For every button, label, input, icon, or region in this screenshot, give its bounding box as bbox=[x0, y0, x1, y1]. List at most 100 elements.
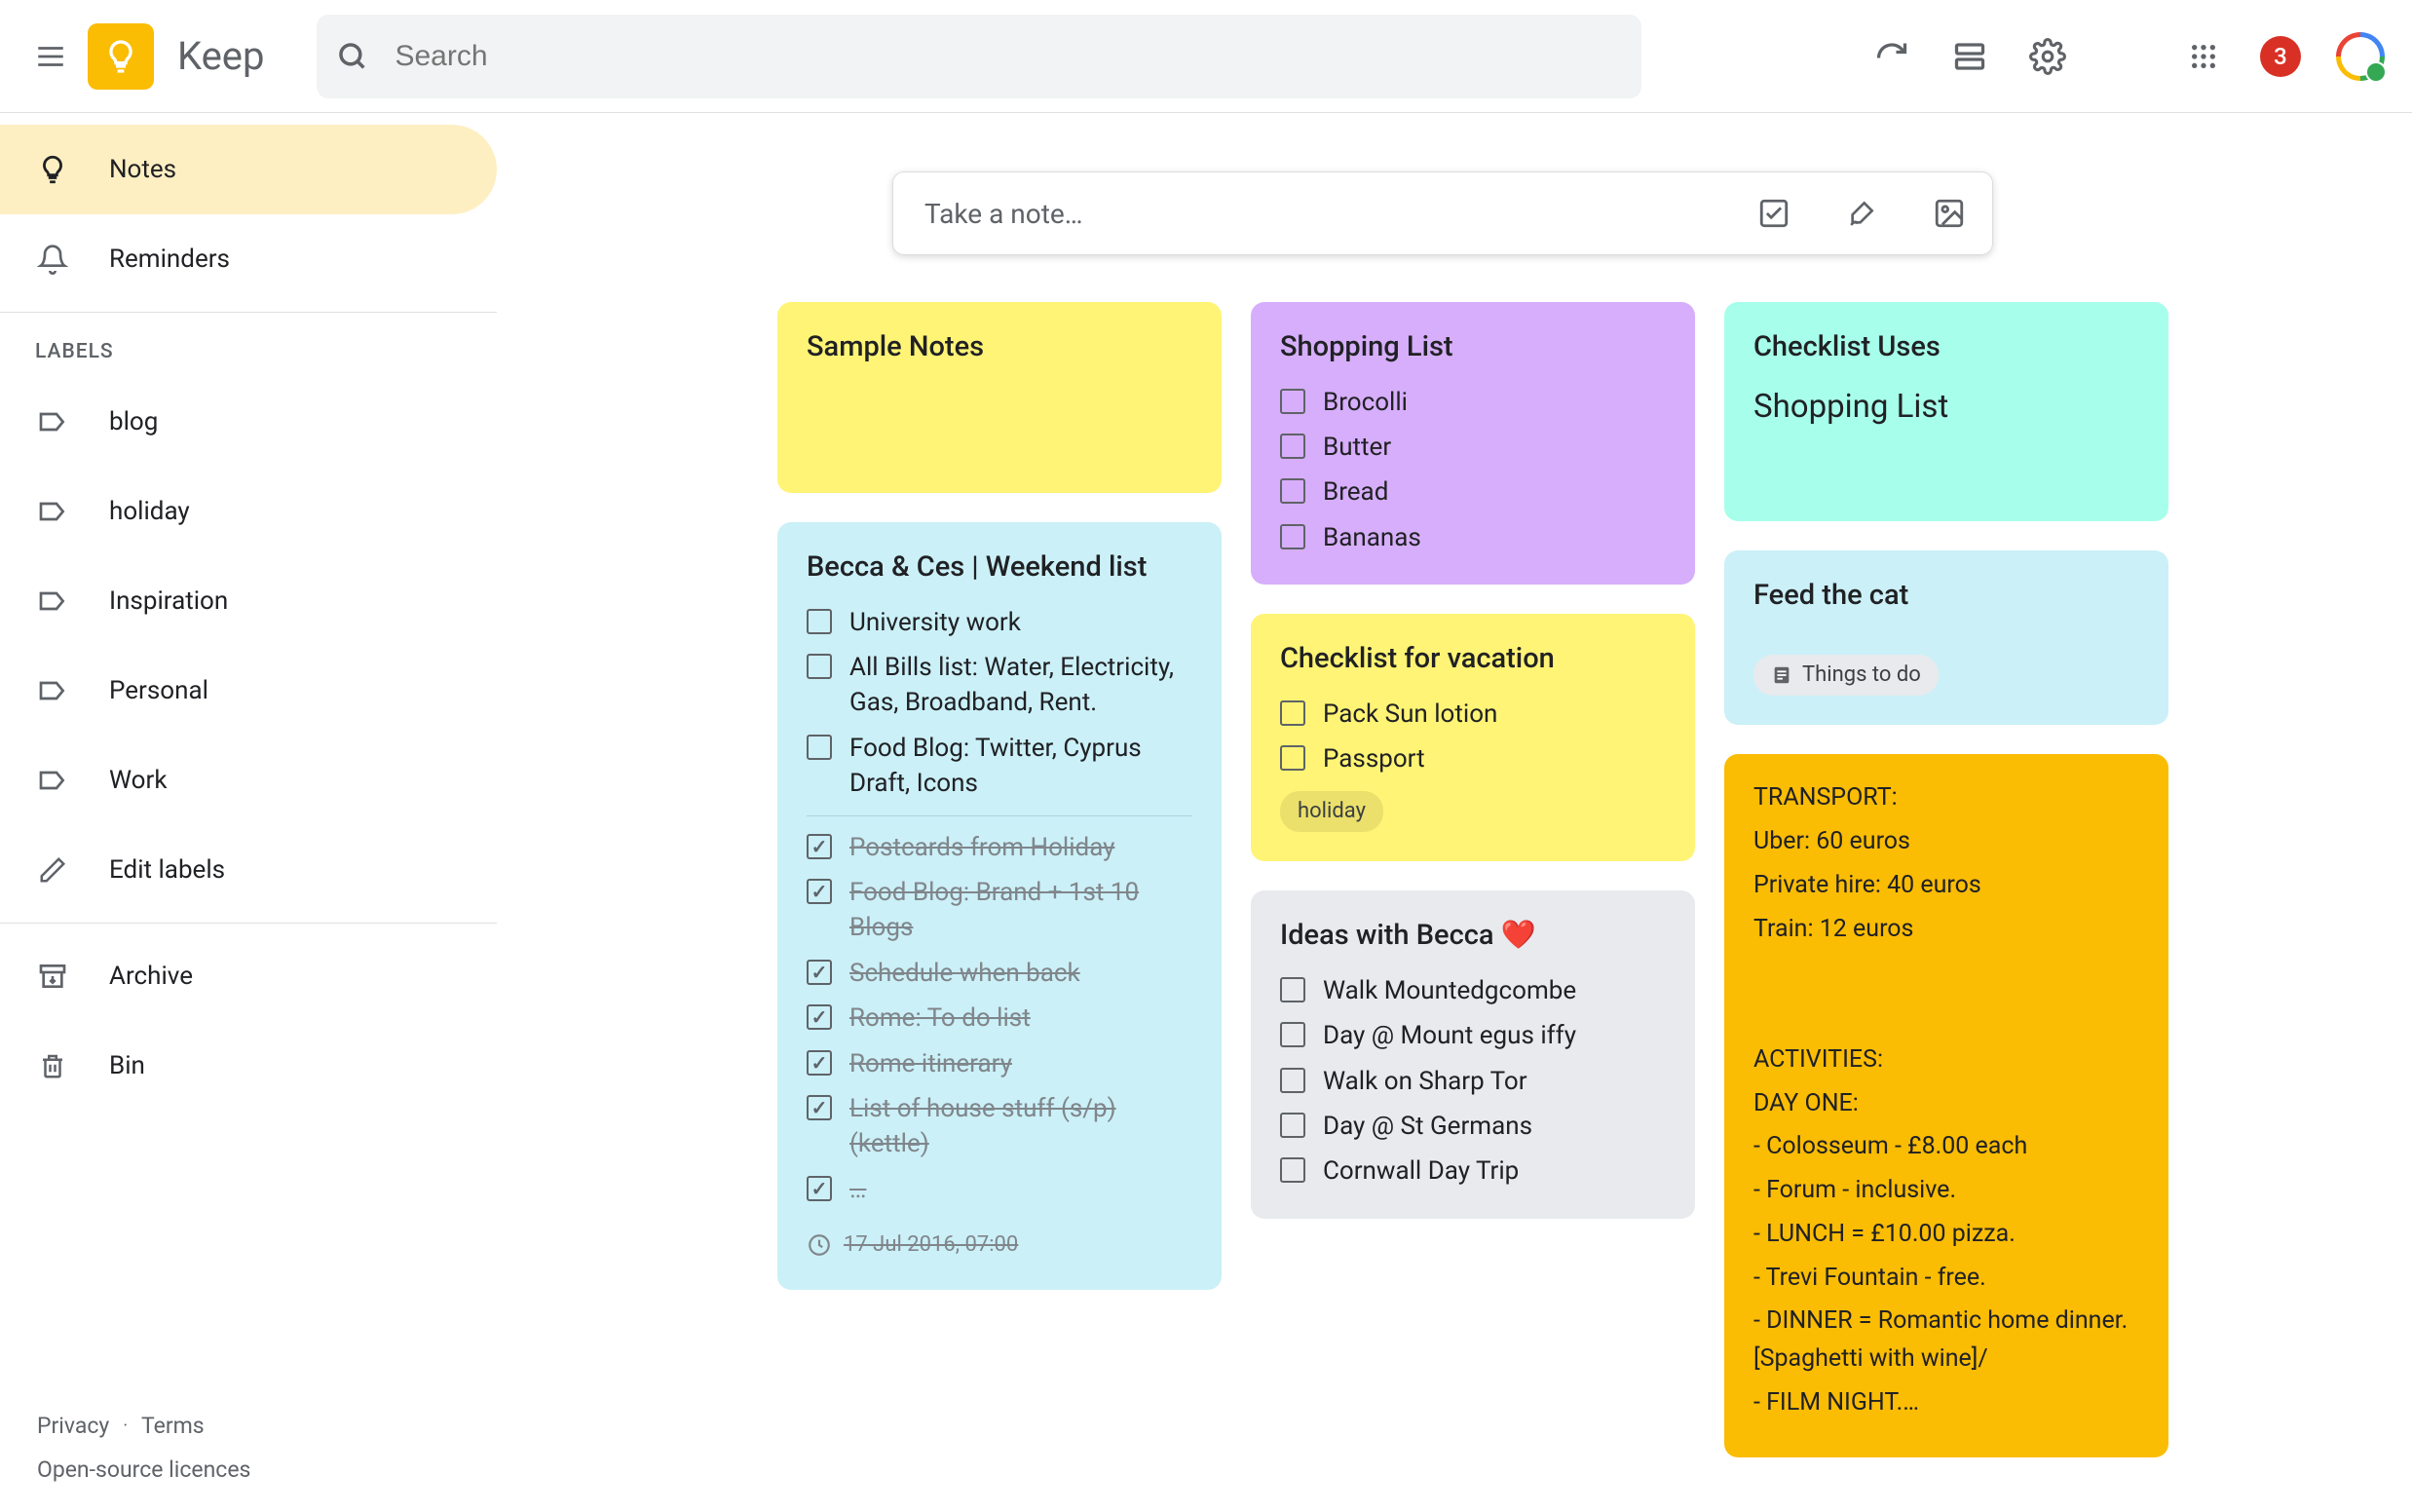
pencil-icon bbox=[33, 855, 72, 885]
checklist-item-text: Rome itinerary bbox=[849, 1046, 1192, 1081]
note-card[interactable]: Shopping List BrocolliButterBreadBananas bbox=[1251, 302, 1695, 585]
terms-link[interactable]: Terms bbox=[141, 1413, 205, 1439]
checkbox-icon[interactable] bbox=[1280, 478, 1305, 504]
checklist-item[interactable]: All Bills list: Water, Electricity, Gas,… bbox=[807, 650, 1192, 721]
checkbox-icon[interactable] bbox=[1280, 700, 1305, 726]
new-list-button[interactable] bbox=[1754, 194, 1793, 233]
checkbox-icon[interactable] bbox=[1280, 1157, 1305, 1183]
checkbox-icon[interactable] bbox=[1280, 1113, 1305, 1138]
checkbox-icon[interactable] bbox=[807, 1004, 832, 1030]
settings-button[interactable] bbox=[2026, 35, 2069, 78]
sidebar-item-label: blog bbox=[109, 407, 158, 436]
checklist-item[interactable]: Butter bbox=[1280, 430, 1666, 465]
sidebar-item-archive[interactable]: Archive bbox=[0, 931, 497, 1021]
checklist-item[interactable]: Food Blog: Brand + 1st 10 Blogs bbox=[807, 875, 1192, 946]
bulb-icon bbox=[101, 37, 140, 76]
checklist-item[interactable]: Day @ St Germans bbox=[1280, 1109, 1666, 1144]
search-bar[interactable] bbox=[317, 15, 1641, 98]
note-title: Sample Notes bbox=[807, 327, 1192, 367]
checklist-item-text: Brocolli bbox=[1323, 385, 1666, 420]
note-card[interactable]: Sample Notes bbox=[777, 302, 1222, 493]
main-content: Take a note… Sample Notes bbox=[497, 113, 2412, 1512]
note-card[interactable]: TRANSPORT:Uber: 60 eurosPrivate hire: 40… bbox=[1724, 754, 2168, 1456]
checkbox-icon[interactable] bbox=[1280, 745, 1305, 771]
checklist-item[interactable]: Passport bbox=[1280, 741, 1666, 776]
licences-link[interactable]: Open-source licences bbox=[37, 1456, 497, 1483]
checklist-item[interactable]: Food Blog: Twitter, Cyprus Draft, Icons bbox=[807, 731, 1192, 802]
checkbox-icon[interactable] bbox=[807, 1095, 832, 1120]
checkbox-icon[interactable] bbox=[807, 879, 832, 904]
sidebar-label-personal[interactable]: Personal bbox=[0, 646, 497, 736]
checklist-item[interactable]: Rome: To do list bbox=[807, 1001, 1192, 1036]
checklist-item[interactable]: Cornwall Day Trip bbox=[1280, 1153, 1666, 1189]
note-card[interactable]: Checklist Uses Shopping List bbox=[1724, 302, 2168, 521]
label-chip[interactable]: holiday bbox=[1280, 791, 1383, 833]
new-image-button[interactable] bbox=[1930, 194, 1969, 233]
checklist-item[interactable]: Bananas bbox=[1280, 520, 1666, 555]
checklist-item[interactable]: Rome itinerary bbox=[807, 1046, 1192, 1081]
checklist-item-text: All Bills list: Water, Electricity, Gas,… bbox=[849, 650, 1192, 721]
label-icon bbox=[33, 586, 72, 617]
checklist-item[interactable]: University work bbox=[807, 605, 1192, 640]
checkbox-icon[interactable] bbox=[807, 1050, 832, 1076]
checkbox-icon[interactable] bbox=[1280, 1068, 1305, 1093]
checklist-item-text: Bread bbox=[1323, 474, 1666, 510]
checkbox-icon[interactable] bbox=[1280, 524, 1305, 549]
checkbox-icon[interactable] bbox=[1280, 434, 1305, 459]
checklist-item[interactable]: Brocolli bbox=[1280, 385, 1666, 420]
checklist-item[interactable]: Walk Mountedgcombe bbox=[1280, 973, 1666, 1008]
checklist-item-text: Butter bbox=[1323, 430, 1666, 465]
note-card[interactable]: Becca & Ces | Weekend list University wo… bbox=[777, 522, 1222, 1290]
checkbox-icon[interactable] bbox=[807, 609, 832, 634]
label-icon bbox=[33, 765, 72, 796]
sidebar-item-notes[interactable]: Notes bbox=[0, 125, 497, 214]
header-actions: 3 bbox=[1870, 32, 2385, 81]
note-card[interactable]: Ideas with Becca ❤️ Walk MountedgcombeDa… bbox=[1251, 890, 1695, 1219]
bell-icon bbox=[33, 244, 72, 275]
checklist-item[interactable]: Pack Sun lotion bbox=[1280, 697, 1666, 732]
app-name: Keep bbox=[177, 33, 264, 79]
checkbox-icon[interactable] bbox=[807, 735, 832, 760]
note-card[interactable]: Checklist for vacation Pack Sun lotionPa… bbox=[1251, 614, 1695, 861]
checkbox-icon[interactable] bbox=[807, 654, 832, 679]
checklist-item[interactable]: Schedule when back bbox=[807, 956, 1192, 991]
checkbox-icon[interactable] bbox=[1280, 977, 1305, 1002]
sidebar-label-holiday[interactable]: holiday bbox=[0, 467, 497, 556]
take-note-bar[interactable]: Take a note… bbox=[892, 171, 1993, 255]
note-title: Becca & Ces | Weekend list bbox=[807, 548, 1192, 587]
checklist-item[interactable]: List of house stuff (s/p) (kettle) bbox=[807, 1091, 1192, 1162]
notifications-badge[interactable]: 3 bbox=[2260, 36, 2301, 77]
account-avatar[interactable] bbox=[2336, 32, 2385, 81]
sidebar-item-bin[interactable]: Bin bbox=[0, 1021, 497, 1111]
sidebar-item-label: Notes bbox=[109, 155, 176, 184]
source-chip[interactable]: Things to do bbox=[1753, 655, 1939, 697]
new-drawing-button[interactable] bbox=[1842, 194, 1881, 233]
checkbox-icon[interactable] bbox=[807, 960, 832, 985]
sidebar-label-blog[interactable]: blog bbox=[0, 377, 497, 467]
checkbox-icon[interactable] bbox=[807, 834, 832, 859]
checkbox-icon[interactable] bbox=[1280, 389, 1305, 414]
checklist-item[interactable]: Bread bbox=[1280, 474, 1666, 510]
apps-button[interactable] bbox=[2182, 35, 2225, 78]
privacy-link[interactable]: Privacy bbox=[37, 1413, 109, 1439]
sidebar-item-edit-labels[interactable]: Edit labels bbox=[0, 825, 497, 915]
image-icon bbox=[1933, 197, 1966, 230]
checkbox-icon[interactable] bbox=[807, 1176, 832, 1201]
checkbox-icon[interactable] bbox=[1280, 1022, 1305, 1047]
checklist-item[interactable]: Walk on Sharp Tor bbox=[1280, 1064, 1666, 1099]
notes-grid: Sample Notes Becca & Ces | Weekend list … bbox=[497, 302, 2389, 1457]
main-menu-button[interactable] bbox=[27, 33, 74, 80]
reminder-chip[interactable]: 17 Jul 2016, 07:00 bbox=[807, 1230, 1192, 1261]
sidebar-label-inspiration[interactable]: Inspiration bbox=[0, 556, 497, 646]
checklist-item[interactable]: Day @ Mount egus iffy bbox=[1280, 1018, 1666, 1053]
note-body: TRANSPORT:Uber: 60 eurosPrivate hire: 40… bbox=[1753, 779, 2139, 1421]
sidebar-item-reminders[interactable]: Reminders bbox=[0, 214, 497, 304]
checklist-item[interactable]: … bbox=[807, 1172, 1192, 1207]
search-input[interactable] bbox=[395, 40, 1622, 73]
refresh-button[interactable] bbox=[1870, 35, 1913, 78]
sidebar-label-work[interactable]: Work bbox=[0, 736, 497, 825]
note-card[interactable]: Feed the cat Things to do bbox=[1724, 550, 2168, 725]
list-view-button[interactable] bbox=[1948, 35, 1991, 78]
checklist-item[interactable]: Postcards from Holiday bbox=[807, 830, 1192, 865]
app-logo bbox=[88, 23, 154, 90]
